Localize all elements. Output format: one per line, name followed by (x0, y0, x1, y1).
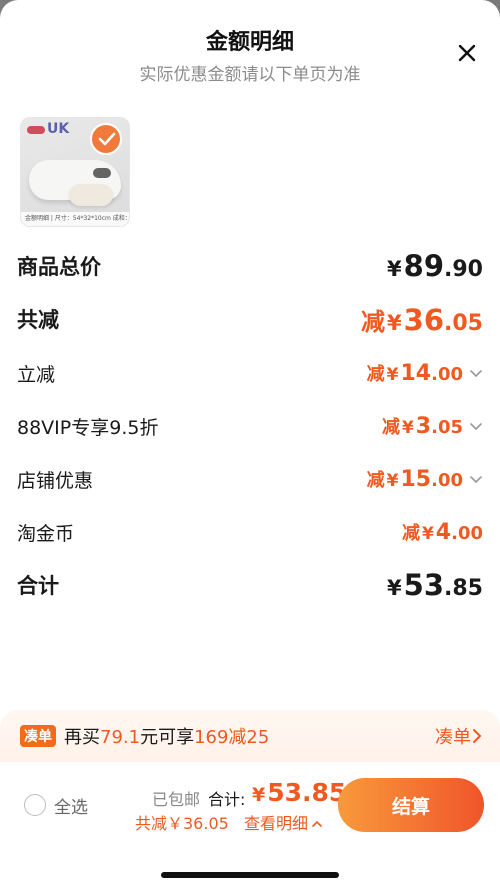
bundle-link[interactable]: 凑单 (435, 723, 483, 749)
currency-symbol: ¥ (252, 784, 266, 806)
currency-symbol: ¥ (401, 418, 414, 438)
bundle-promo-text: 再买79.1元可享169减25 (64, 723, 269, 749)
promo-amount: 79.1 (100, 727, 141, 748)
currency-symbol: ¥ (387, 257, 402, 281)
total-reduce-value: 减 ¥36.05 (361, 302, 483, 337)
checkout-button[interactable]: 结算 (338, 778, 484, 832)
row-vip-discount[interactable]: 88VIP专享9.5折 减 ¥3.05 (17, 406, 483, 446)
instant-reduce-label: 立减 (17, 363, 56, 386)
reduce-prefix: 减 (366, 470, 385, 491)
home-indicator (161, 872, 339, 878)
brand-text: UK (47, 121, 70, 137)
row-store-discount[interactable]: 店铺优惠 减 ¥15.00 (17, 459, 483, 499)
chevron-down-icon[interactable] (469, 474, 483, 484)
promo-text-a: 再买 (64, 727, 100, 748)
savings-text: 共减￥36.05 (135, 814, 229, 833)
product-selected-check[interactable] (90, 123, 122, 155)
close-button[interactable] (452, 38, 482, 68)
reduce-prefix: 减 (361, 307, 386, 336)
total-price-label: 商品总价 (17, 255, 101, 279)
reduce-prefix: 减 (381, 417, 400, 438)
total-value: ¥53.85 (252, 778, 346, 807)
amount-int: 53 (403, 568, 445, 602)
instant-reduce-value: 减 ¥14.00 (367, 360, 483, 386)
bundle-promo-bar: 凑单 再买79.1元可享169减25 凑单 (0, 710, 500, 762)
bundle-link-label: 凑单 (435, 727, 471, 748)
total-label: 合计: (208, 790, 246, 809)
row-instant-reduce[interactable]: 立减 减 ¥14.00 (17, 353, 483, 393)
currency-symbol: ¥ (386, 471, 399, 491)
chevron-right-icon (473, 729, 482, 743)
chevron-down-icon[interactable] (469, 368, 483, 378)
chevron-down-icon[interactable] (469, 421, 483, 431)
currency-symbol: ¥ (387, 576, 402, 600)
amount-int: 4 (435, 520, 452, 545)
reduce-prefix: 减 (401, 523, 420, 544)
chevron-up-icon (312, 820, 322, 827)
vip-discount-label: 88VIP专享9.5折 (17, 416, 159, 439)
checkmark-icon (98, 132, 116, 146)
promo-deal: 169减25 (194, 727, 270, 748)
brand-logo (27, 126, 45, 134)
total-amount: 53.85 (267, 778, 347, 807)
thumbnail-caption: 金额明细 | 尺寸：54*32*10cm 成和：37月1分 (21, 212, 129, 226)
row-total-price: 商品总价 ¥89.90 (17, 246, 483, 286)
amount-dec: .00 (431, 364, 463, 385)
sheet-title: 金额明细 (205, 30, 294, 55)
currency-symbol: ¥ (386, 365, 399, 385)
store-discount-value: 减 ¥15.00 (367, 466, 483, 492)
amount-int: 36 (403, 302, 445, 337)
row-coin-discount: 淘金币 减 ¥4.00 (17, 512, 483, 552)
amount-dec: .00 (431, 470, 463, 491)
bundle-tag: 凑单 (20, 725, 56, 747)
amount-int: 3 (415, 414, 432, 439)
pillow-secondary-image (69, 184, 113, 206)
amount-int: 14 (400, 361, 432, 386)
amount-int: 89 (403, 249, 445, 283)
select-all-label[interactable]: 全选 (54, 793, 88, 818)
close-icon (458, 44, 476, 62)
promo-text-b: 元可享 (140, 727, 195, 748)
amount-dec: .05 (444, 310, 483, 336)
checkout-bar: 全选 已包邮 合计: ¥53.85 共减￥36.05 查看明细 结算 (0, 762, 500, 888)
currency-symbol: ¥ (387, 310, 402, 335)
store-discount-label: 店铺优惠 (17, 469, 94, 492)
free-shipping-label: 已包邮 (152, 790, 201, 809)
amount-int: 15 (400, 467, 432, 492)
sum-label: 合计 (17, 574, 59, 598)
pillow-pattern (93, 168, 111, 178)
amount-dec: .00 (451, 523, 483, 544)
select-all-radio[interactable] (24, 794, 46, 816)
view-details-label: 查看明细 (244, 814, 309, 833)
view-details-link[interactable]: 查看明细 (244, 810, 323, 834)
coin-discount-value: 减 ¥4.00 (402, 519, 483, 545)
row-total-reduce: 共减 减 ¥36.05 (17, 299, 483, 339)
amount-dec: .90 (444, 257, 483, 282)
reduce-prefix: 减 (366, 364, 385, 385)
currency-symbol: ¥ (421, 524, 434, 544)
vip-discount-value: 减 ¥3.05 (382, 413, 483, 439)
amount-dec: .05 (431, 417, 463, 438)
row-sum: 合计 ¥53.85 (17, 565, 483, 605)
amount-dec: .85 (444, 576, 483, 601)
total-reduce-label: 共减 (17, 308, 59, 332)
sum-value: ¥53.85 (387, 568, 483, 602)
amount-detail-sheet: 金额明细 实际优惠金额请以下单页为准 UK 金额明细 | 尺寸：54*32*10… (0, 0, 500, 888)
coin-discount-label: 淘金币 (17, 522, 75, 545)
total-price-value: ¥89.90 (387, 249, 483, 283)
sheet-subtitle: 实际优惠金额请以下单页为准 (139, 65, 361, 85)
